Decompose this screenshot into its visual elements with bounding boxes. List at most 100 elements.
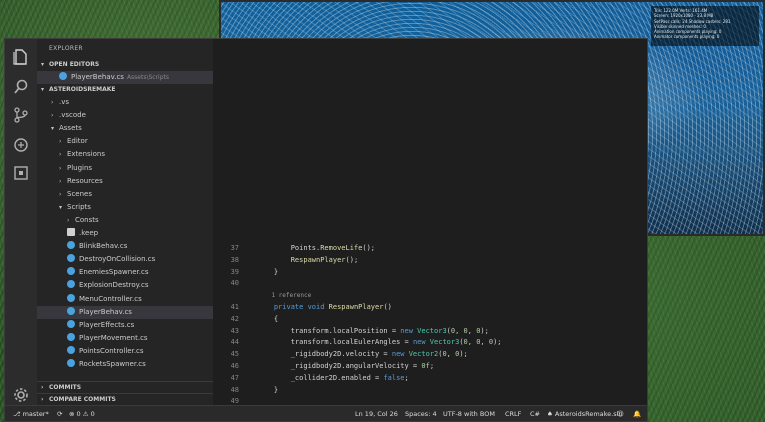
code-token: } [257,267,279,276]
line-number: 47 [230,373,239,382]
code-lens[interactable]: 1 reference [213,290,647,302]
csharp-file-icon [67,345,75,354]
code-token: } [257,385,279,394]
tree-item[interactable]: › Resources [37,175,213,188]
chevron-right-icon: › [59,177,62,185]
tree-item[interactable]: PlayerEffects.cs [37,319,213,332]
csharp-file-icon [67,306,75,315]
code-token: new [391,350,409,359]
code-token: () [383,303,392,311]
csharp-file-icon [67,280,75,289]
project-section[interactable]: ▾ ASTEROIDSREMAKE [37,84,213,96]
code-token: new [412,338,430,347]
code-token: { [257,314,279,323]
code-line[interactable]: 38 RespawnPlayer(); [213,255,647,267]
code-line[interactable]: 40 [213,278,647,290]
tree-item[interactable]: ExplosionDestroy.cs [37,279,213,292]
tree-item[interactable]: PlayerBehav.cs [37,305,213,319]
debug-icon[interactable] [11,135,31,155]
problems-indicator[interactable]: ⊗ 0 ⚠ 0 [69,406,95,422]
code-token: Points. [257,244,321,252]
encoding-setting[interactable]: UTF-8 with BOM [443,406,495,422]
code-editor[interactable]: 37 Points.RemoveLife(); 38 RespawnPlayer(… [213,39,647,405]
tree-item[interactable]: BlinkBehav.cs [37,240,213,253]
tree-item[interactable]: › Consts [37,214,213,227]
chevron-right-icon: › [59,138,62,146]
flame-icon: ♠ [547,410,553,418]
code-token: (); [362,244,376,252]
notifications-icon[interactable]: 🔔 [633,406,641,422]
chevron-right-icon: › [51,112,54,120]
tree-item[interactable]: .keep [37,227,213,240]
open-editors-section[interactable]: ▾ OPEN EDITORS [37,59,213,71]
code-token: ); [480,326,489,335]
tree-item[interactable]: PlayerMovement.cs [37,332,213,345]
code-token: _collider2D.enabled = [257,373,384,382]
tree-item-label: .vscode [59,111,86,120]
code-line[interactable]: 39 } [213,267,647,279]
tree-item[interactable]: PointsController.cs [37,345,213,358]
branch-indicator[interactable]: ⎇ master* [13,406,49,422]
indentation-setting[interactable]: Spaces: 4 [405,406,437,422]
tree-item-label: Editor [67,137,88,146]
code-token: , [480,338,489,347]
cursor-position[interactable]: Ln 19, Col 26 [355,406,398,422]
tree-item[interactable]: › Editor [37,135,213,148]
code-token: transform.localPosition = [257,326,401,335]
code-token: , [467,338,477,347]
code-token: Vector3 [429,338,460,347]
compare-commits-section[interactable]: › COMPARE COMMITS [37,393,213,405]
tree-item[interactable]: MenuController.cs [37,293,213,306]
code-token: , [455,326,464,335]
tree-item[interactable]: › Extensions [37,148,213,161]
code-line[interactable]: 43 transform.localPosition = new Vector3… [213,326,647,338]
error-icon: ⊗ [69,410,75,418]
tree-item-label: MenuController.cs [79,294,142,303]
code-line[interactable]: 41 private void RespawnPlayer() [213,302,647,314]
code-line[interactable]: 47 _collider2D.enabled = false; [213,373,647,385]
search-icon[interactable] [11,77,31,97]
gear-icon[interactable] [11,385,31,405]
code-line[interactable]: 37 Points.RemoveLife(); [213,243,647,255]
source-control-icon[interactable] [11,105,31,125]
tree-item[interactable]: RocketsSpawner.cs [37,358,213,371]
code-line[interactable]: 44 transform.localEulerAngles = new Vect… [213,337,647,349]
feedback-icon[interactable]: ☺ [617,406,624,422]
chevron-down-icon: ▾ [51,125,55,133]
csharp-file-icon [67,332,75,341]
solution-indicator[interactable]: ♠ AsteroidsRemake.sln [547,406,623,422]
tree-item[interactable]: ▾ Assets [37,122,213,135]
code-token: , [446,350,456,359]
extensions-icon[interactable] [11,163,31,183]
tree-item[interactable]: › .vs [37,96,213,109]
code-line[interactable]: 46 _rigidbody2D.angularVelocity = 0f; [213,361,647,373]
csharp-file-icon [67,241,75,250]
code-token: RemoveLife [320,244,363,252]
chevron-right-icon: › [51,99,54,107]
csharp-file-icon [67,293,75,302]
tree-item[interactable]: DestroyOnCollision.cs [37,253,213,266]
tree-item[interactable]: › Scenes [37,188,213,201]
warning-icon: ⚠ [82,410,89,418]
tree-item-label: DestroyOnCollision.cs [79,255,156,264]
tree-item-label: Scripts [67,202,91,211]
language-mode[interactable]: C# [530,406,540,422]
tree-item[interactable]: › .vscode [37,109,213,122]
tree-item[interactable]: › Plugins [37,162,213,175]
line-number: 37 [230,244,239,252]
sync-icon[interactable]: ⟳ [57,406,62,422]
files-icon[interactable] [11,47,31,67]
open-editor-item[interactable]: PlayerBehav.cs Assets\Scripts [37,71,213,85]
code-line[interactable]: 45 _rigidbody2D.velocity = new Vector2(0… [213,349,647,361]
tree-item[interactable]: EnemiesSpawner.cs [37,266,213,279]
eol-setting[interactable]: CRLF [505,406,521,422]
tree-item[interactable]: ▾ Scripts [37,201,213,214]
tree-item-label: Plugins [67,163,93,172]
file-tree: › .vs › .vscode ▾ Assets › Editor › Extensions › Pl… [37,96,213,371]
code-line[interactable]: 48 } [213,385,647,397]
code-token: Vector3 [417,326,447,335]
code-line[interactable]: 42 { [213,314,647,326]
tree-item-label: PlayerBehav.cs [79,307,132,316]
commits-section[interactable]: › COMMITS [37,381,213,393]
reference-count[interactable]: 1 reference [257,292,311,299]
